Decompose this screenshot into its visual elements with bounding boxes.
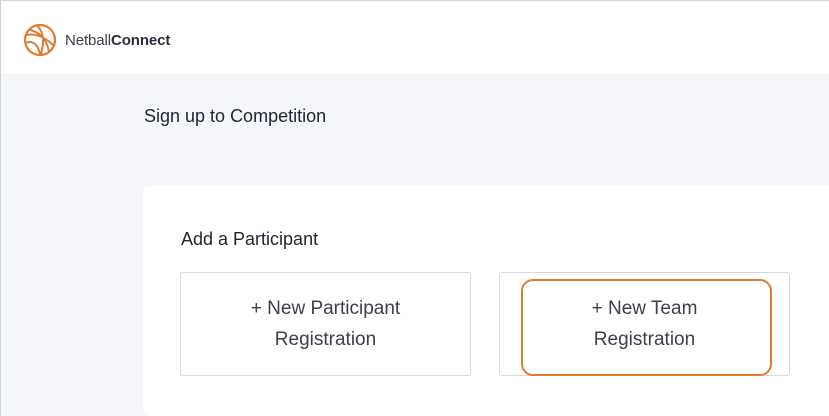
brand-name: NetballConnect bbox=[65, 32, 170, 49]
brand-logo[interactable]: NetballConnect bbox=[23, 23, 170, 57]
button-label-line1: + New Participant bbox=[250, 298, 401, 319]
netball-icon bbox=[23, 23, 57, 57]
brand-prefix: Netball bbox=[65, 31, 111, 49]
button-label-line2: Registration bbox=[274, 329, 377, 350]
new-team-registration-button[interactable]: + New Team Registration bbox=[499, 272, 790, 376]
button-label-line1: + New Team bbox=[591, 298, 698, 319]
brand-suffix: Connect bbox=[111, 31, 171, 49]
section-title: Add a Participant bbox=[181, 229, 319, 249]
button-label-line2: Registration bbox=[593, 329, 696, 350]
page-title: Sign up to Competition bbox=[144, 106, 327, 126]
new-participant-registration-button[interactable]: + New Participant Registration bbox=[180, 272, 471, 376]
top-navigation-bar: NetballConnect bbox=[1, 1, 829, 74]
